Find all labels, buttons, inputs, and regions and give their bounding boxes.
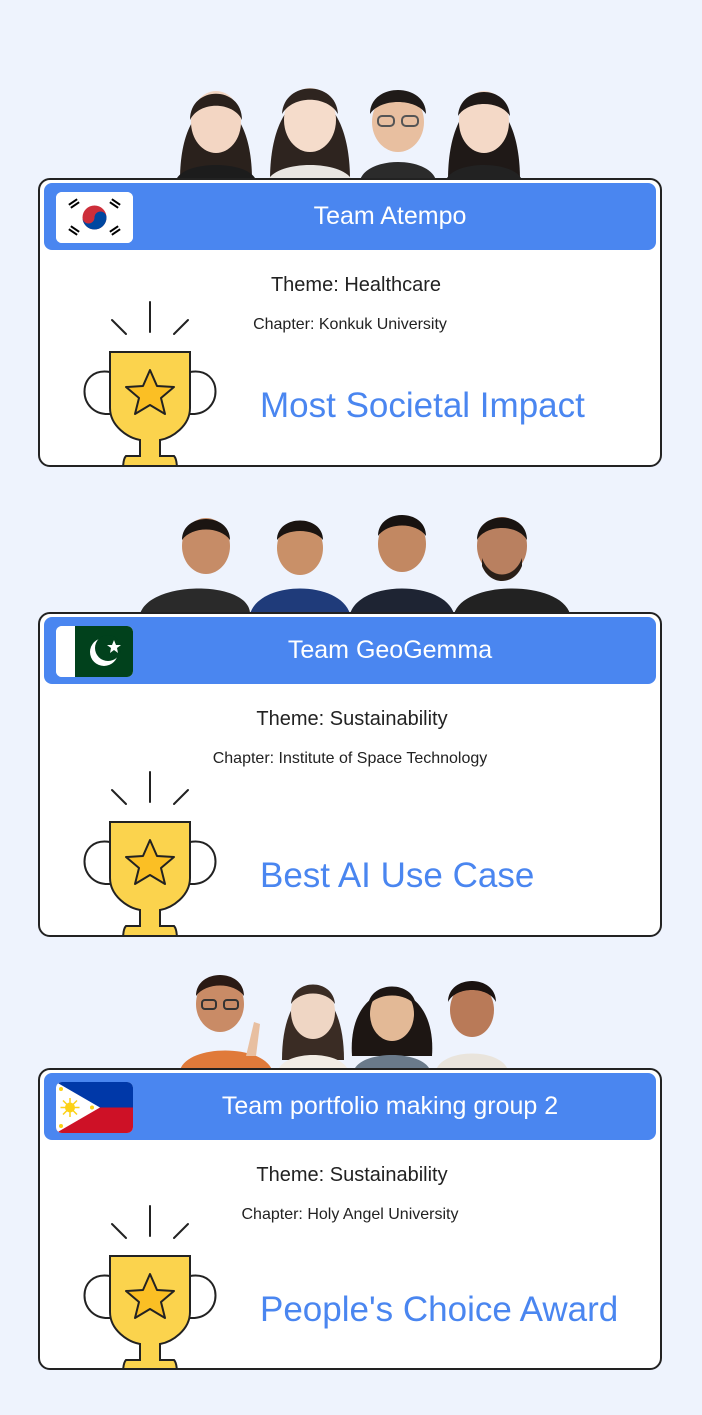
team-name: Team portfolio making group 2: [221, 1092, 559, 1120]
philippines-flag-icon: [56, 1082, 133, 1133]
team-member-photo: [140, 500, 250, 614]
team-member-photo: [170, 60, 262, 180]
team-chapter: Chapter: Institute of Space Technology: [212, 750, 488, 767]
team-section-geogemma: Team GeoGemma Theme: Sustainability Chap…: [0, 470, 702, 940]
team-section-atempo: Team Atempo Theme: Healthcare Chapter: K…: [0, 0, 702, 470]
award-title: Most Societal Impact: [260, 386, 585, 425]
team-section-portfolio: Team portfolio making group 2 Theme: Sus…: [0, 940, 702, 1415]
team-member-photo: [434, 960, 510, 1070]
team-banner: Team Atempo: [44, 183, 656, 250]
team-photo-group: [178, 958, 508, 1070]
trophy-icon: [76, 1202, 224, 1368]
pakistan-flag-icon: [56, 626, 133, 677]
award-title: Best AI Use Case: [260, 856, 535, 895]
team-photo-group: [165, 58, 535, 180]
team-member-photo: [438, 62, 530, 180]
team-photo-group: [140, 498, 570, 614]
team-theme: Theme: Healthcare: [270, 274, 442, 296]
team-card: Team Atempo Theme: Healthcare Chapter: K…: [38, 178, 662, 467]
team-member-photo: [250, 504, 350, 614]
team-name: Team GeoGemma: [287, 636, 493, 664]
team-banner: Team GeoGemma: [44, 617, 656, 684]
team-card: Team GeoGemma Theme: Sustainability Chap…: [38, 612, 662, 937]
team-banner: Team portfolio making group 2: [44, 1073, 656, 1140]
team-member-photo: [350, 960, 434, 1070]
team-name: Team Atempo: [313, 202, 467, 230]
team-member-photo: [454, 500, 570, 614]
team-member-photo: [276, 960, 350, 1070]
trophy-icon: [76, 298, 224, 465]
trophy-icon: [76, 768, 224, 935]
award-title: People's Choice Award: [260, 1290, 619, 1329]
team-member-photo: [176, 960, 276, 1070]
team-theme: Theme: Sustainability: [256, 1164, 448, 1186]
team-theme: Theme: Sustainability: [256, 708, 448, 730]
team-member-photo: [262, 58, 358, 180]
team-member-photo: [358, 64, 438, 180]
team-card: Team portfolio making group 2 Theme: Sus…: [38, 1068, 662, 1370]
south-korea-flag-icon: [56, 192, 133, 243]
team-member-photo: [350, 500, 454, 614]
